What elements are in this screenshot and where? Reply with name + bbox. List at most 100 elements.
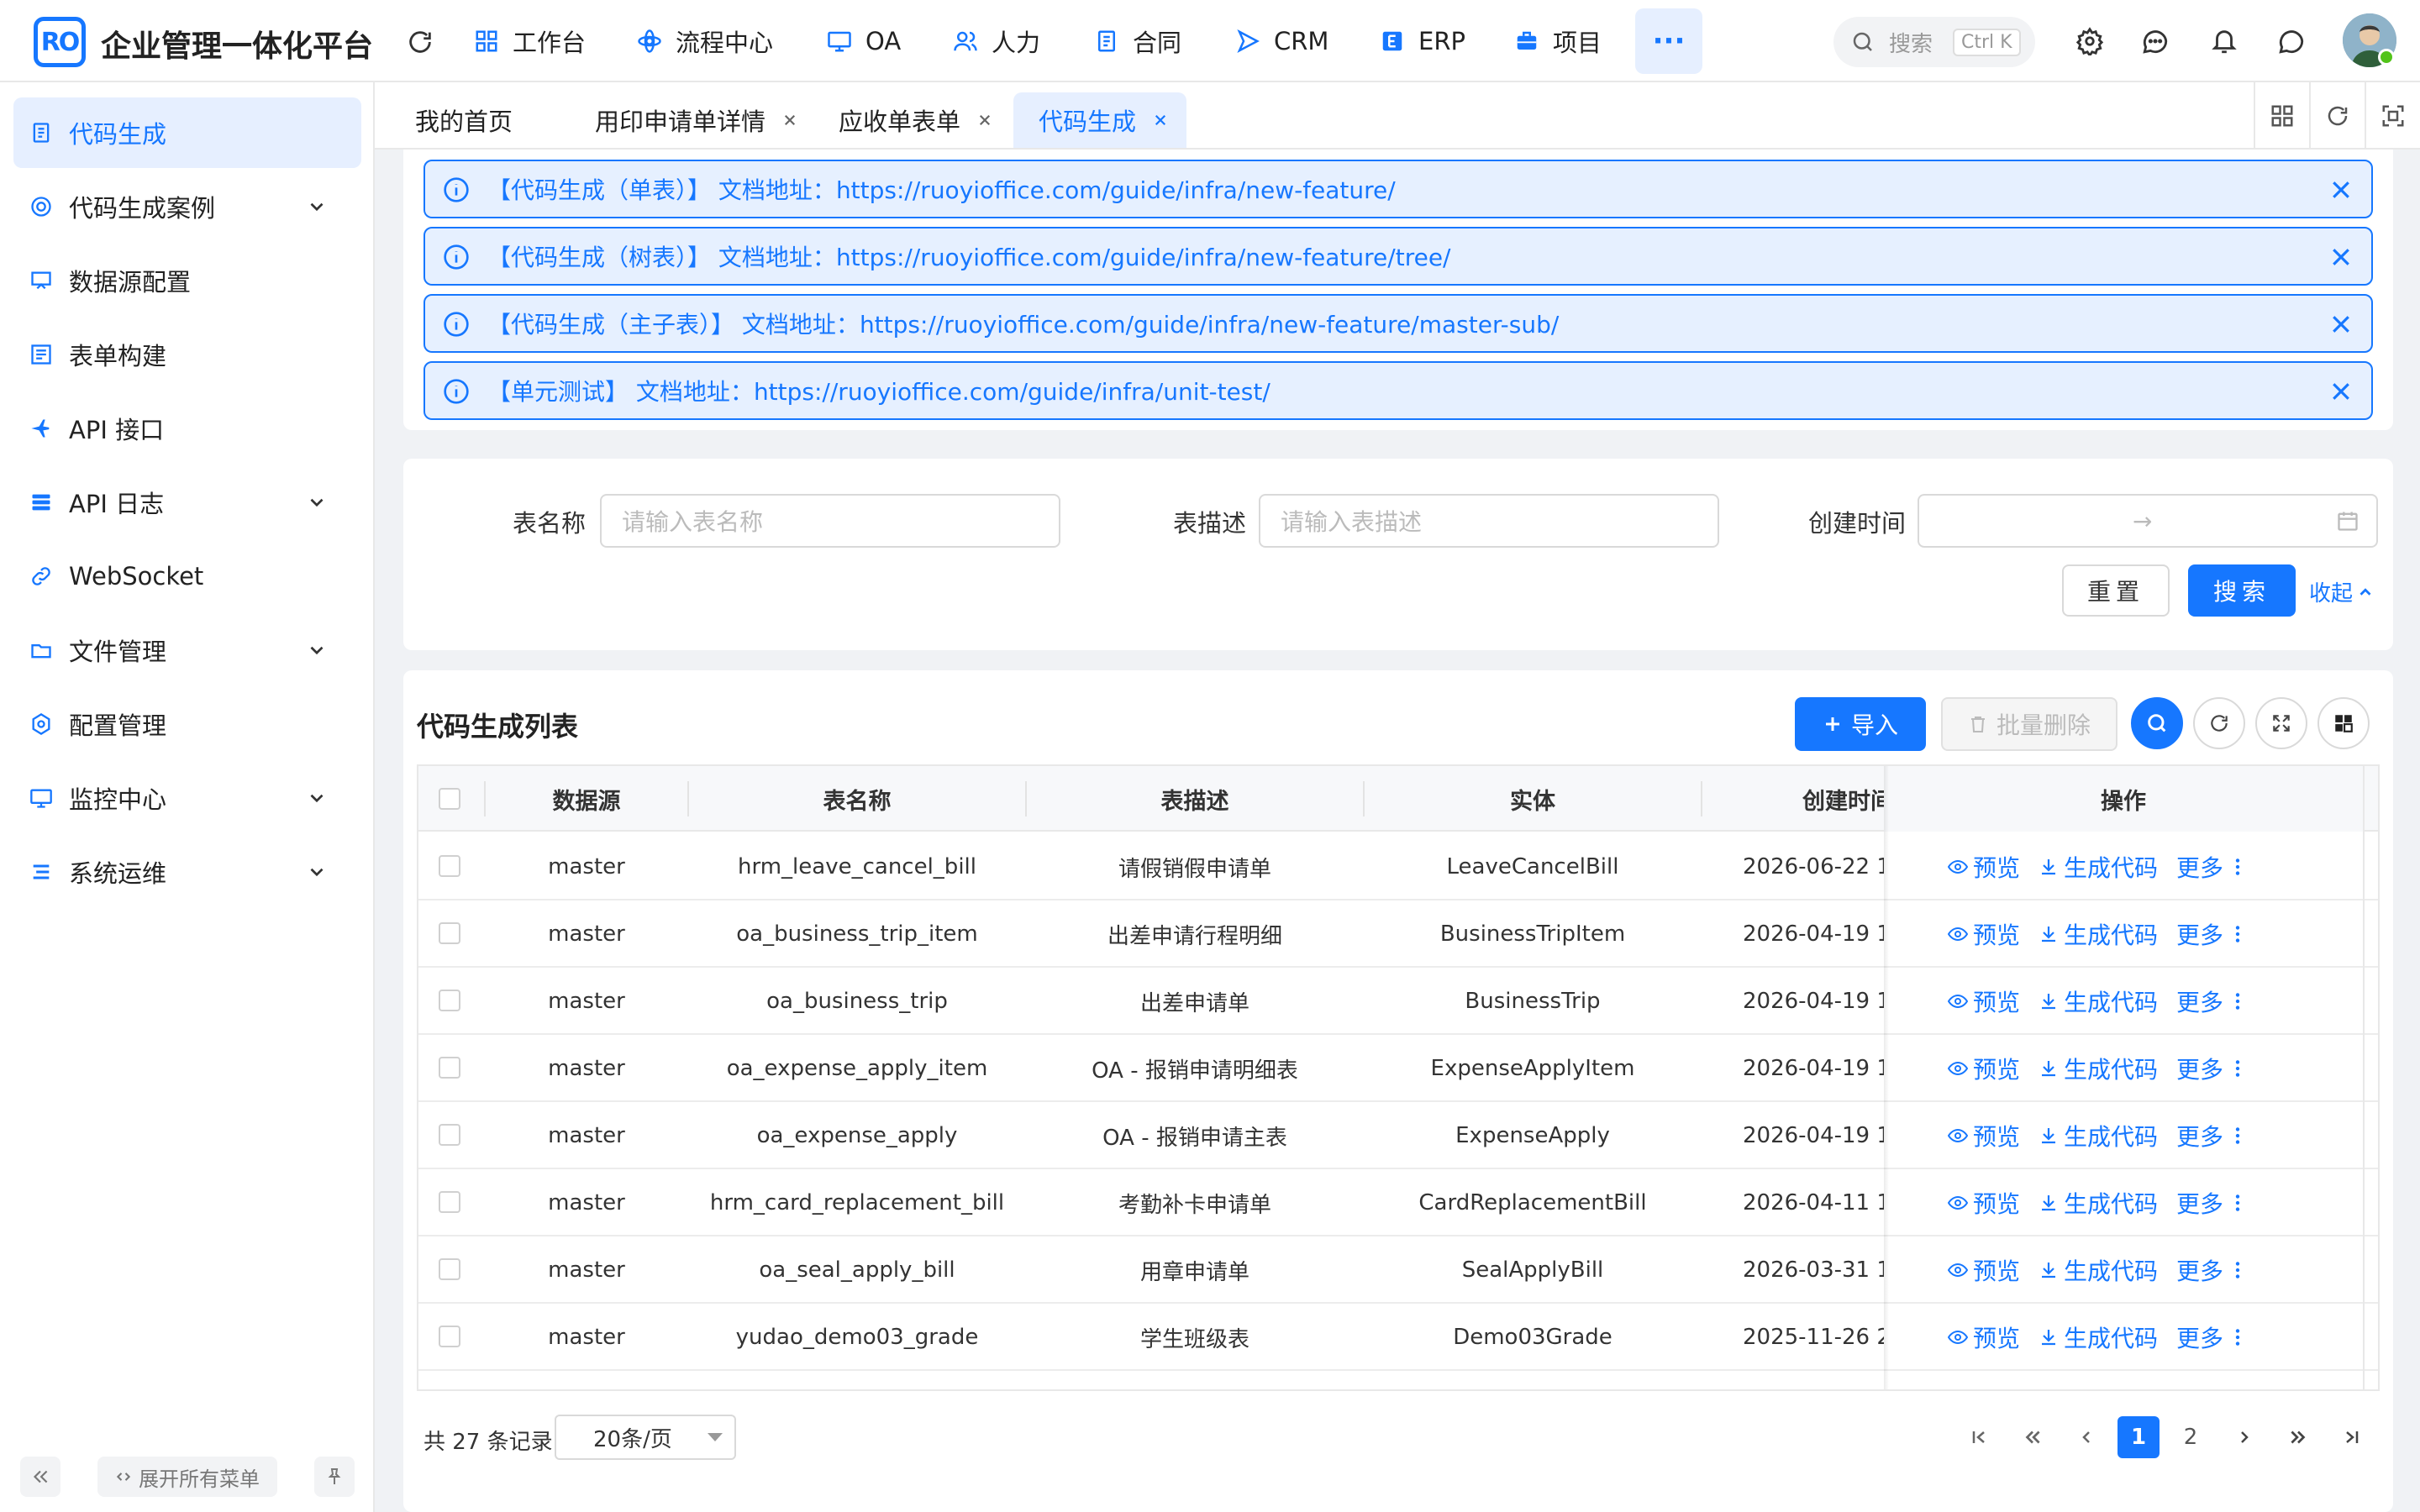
more-action[interactable]: 更多 (2176, 1186, 2247, 1220)
first-page-button[interactable] (1958, 1416, 2000, 1458)
table-row[interactable]: master hrm_leave_cancel_bill 请假销假申请单 LeaveC… (418, 833, 2378, 900)
more-action[interactable]: 更多 (2176, 917, 2247, 951)
table-row[interactable]: master hrm_card_replacement_bill 考勤补卡申请单 Ca… (418, 1169, 2378, 1236)
app-logo[interactable]: RO (34, 17, 86, 67)
sidebar-item-code-gen[interactable]: 代码生成 (13, 97, 361, 168)
column-header[interactable]: 实体 (1365, 766, 1701, 832)
sidebar-item-config[interactable]: 配置管理 (13, 689, 361, 759)
preview-action[interactable]: 预览 (1948, 1320, 2020, 1354)
column-header[interactable]: 数据源 (486, 766, 687, 832)
row-checkbox[interactable] (439, 1326, 460, 1347)
row-checkbox[interactable] (439, 1124, 460, 1146)
alert-link[interactable]: https://ruoyioffice.com/guide/infra/new-… (836, 176, 1396, 204)
close-icon[interactable] (2328, 244, 2354, 270)
table-row[interactable]: master oa_business_trip 出差申请单 BusinessTrip 2… (418, 968, 2378, 1035)
table-row[interactable]: master yudao_demo03_grade 学生班级表 Demo03Grade… (418, 1304, 2378, 1371)
table-fullscreen-button[interactable] (2255, 697, 2307, 749)
tabs-fullscreen-button[interactable] (2365, 82, 2420, 150)
table-name-input[interactable]: 请输入表名称 (600, 494, 1060, 548)
search-button[interactable]: 搜索 (2188, 564, 2296, 617)
close-icon[interactable] (2328, 378, 2354, 405)
tab-code-gen[interactable]: 代码生成 (1013, 92, 1186, 148)
prev-5-pages-button[interactable] (2012, 1416, 2054, 1458)
topnav-erp[interactable]: ERP (1378, 24, 1465, 59)
toggle-search-button[interactable] (2131, 697, 2183, 749)
batch-delete-button[interactable]: 批量删除 (1941, 697, 2118, 751)
tab-receivable-form[interactable]: 应收单表单 (839, 92, 994, 148)
generate-code-action[interactable]: 生成代码 (2039, 1186, 2158, 1220)
close-icon[interactable] (1151, 111, 1170, 129)
topnav-project[interactable]: 项目 (1512, 24, 1602, 59)
close-icon[interactable] (976, 111, 994, 129)
import-button[interactable]: 导入 (1795, 697, 1926, 751)
sidebar-item-websocket[interactable]: WebSocket (13, 541, 361, 612)
sidebar-item-datasource[interactable]: 数据源配置 (13, 245, 361, 316)
message-icon[interactable] (2274, 24, 2309, 59)
tabs-grid-button[interactable] (2254, 82, 2309, 150)
sidebar-item-file-mgmt[interactable]: 文件管理 (13, 615, 361, 685)
collapse-sidebar-button[interactable] (20, 1457, 60, 1497)
row-checkbox[interactable] (439, 855, 460, 877)
page-1-button[interactable]: 1 (2118, 1416, 2160, 1458)
generate-code-action[interactable]: 生成代码 (2039, 1253, 2158, 1287)
generate-code-action[interactable]: 生成代码 (2039, 917, 2158, 951)
sidebar-item-form-builder[interactable]: 表单构建 (13, 319, 361, 390)
created-time-range-picker[interactable]: → (1918, 494, 2378, 548)
table-row[interactable]: master oa_expense_apply OA - 报销申请主表 Expense… (418, 1102, 2378, 1169)
sidebar-item-monitor[interactable]: 监控中心 (13, 763, 361, 833)
prev-page-button[interactable] (2065, 1416, 2107, 1458)
tab-seal-detail[interactable]: 用印申请单详情 (595, 92, 799, 148)
generate-code-action[interactable]: 生成代码 (2039, 984, 2158, 1018)
topnav-hr[interactable]: 人力 (951, 24, 1040, 59)
topnav-dashboard[interactable]: 工作台 (472, 24, 586, 59)
preview-action[interactable]: 预览 (1948, 1186, 2020, 1220)
more-action[interactable]: 更多 (2176, 1052, 2247, 1085)
table-desc-input[interactable]: 请输入表描述 (1259, 494, 1719, 548)
more-action[interactable]: 更多 (2176, 850, 2247, 884)
expand-all-menus-button[interactable]: 展开所有菜单 (97, 1457, 277, 1497)
sidebar-item-api-log[interactable]: API 日志 (13, 467, 361, 538)
more-action[interactable]: 更多 (2176, 1253, 2247, 1287)
row-checkbox[interactable] (439, 1057, 460, 1079)
topnav-contract[interactable]: 合同 (1092, 24, 1181, 59)
preview-action[interactable]: 预览 (1948, 917, 2020, 951)
page-size-select[interactable]: 20条/页 (555, 1415, 736, 1460)
next-page-button[interactable] (2223, 1416, 2265, 1458)
preview-action[interactable]: 预览 (1948, 1119, 2020, 1152)
tabs-refresh-button[interactable] (2309, 82, 2365, 150)
row-checkbox[interactable] (439, 990, 460, 1011)
table-refresh-button[interactable] (2193, 697, 2245, 749)
preview-action[interactable]: 预览 (1948, 1052, 2020, 1085)
row-checkbox[interactable] (439, 1191, 460, 1213)
page-2-button[interactable]: 2 (2170, 1416, 2212, 1458)
preview-action[interactable]: 预览 (1948, 984, 2020, 1018)
refresh-icon[interactable] (403, 25, 437, 59)
preview-action[interactable]: 预览 (1948, 850, 2020, 884)
row-checkbox[interactable] (439, 922, 460, 944)
next-5-pages-button[interactable] (2277, 1416, 2319, 1458)
alert-link[interactable]: https://ruoyioffice.com/guide/infra/new-… (836, 244, 1451, 271)
more-action[interactable]: 更多 (2176, 984, 2247, 1018)
collapse-filters-link[interactable]: 收起 (2309, 576, 2375, 607)
tab-home[interactable]: 我的首页 (415, 92, 513, 148)
topnav-crm[interactable]: CRM (1234, 24, 1328, 59)
alert-link[interactable]: https://ruoyioffice.com/guide/infra/new-… (860, 311, 1559, 339)
column-header[interactable]: 表名称 (689, 766, 1025, 832)
topnav-oa[interactable]: OA (825, 24, 901, 59)
reset-button[interactable]: 重置 (2062, 564, 2170, 617)
pin-sidebar-button[interactable] (314, 1457, 355, 1497)
generate-code-action[interactable]: 生成代码 (2039, 1119, 2158, 1152)
preview-action[interactable]: 预览 (1948, 1253, 2020, 1287)
generate-code-action[interactable]: 生成代码 (2039, 1320, 2158, 1354)
sidebar-item-api[interactable]: API 接口 (13, 393, 361, 464)
column-settings-button[interactable] (2317, 697, 2370, 749)
more-action[interactable]: 更多 (2176, 1320, 2247, 1354)
generate-code-action[interactable]: 生成代码 (2039, 850, 2158, 884)
table-row[interactable]: master oa_business_trip_item 出差申请行程明细 Busin… (418, 900, 2378, 968)
bell-icon[interactable] (2207, 24, 2242, 59)
global-search[interactable]: 搜索 Ctrl K (1833, 17, 2035, 67)
close-icon[interactable] (2328, 176, 2354, 203)
column-header[interactable]: 表描述 (1027, 766, 1363, 832)
last-page-button[interactable] (2331, 1416, 2373, 1458)
close-icon[interactable] (2328, 311, 2354, 338)
